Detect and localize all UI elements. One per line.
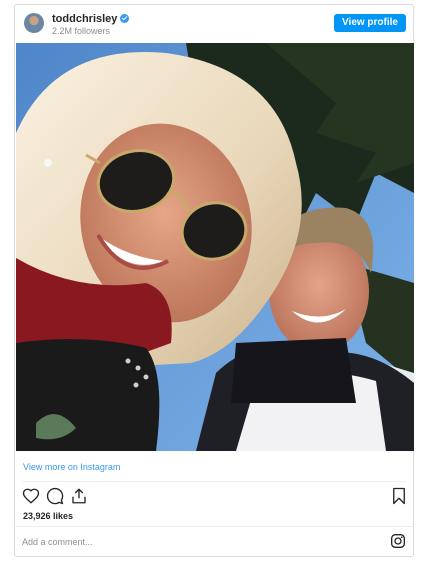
divider [22, 481, 406, 482]
action-bar [15, 487, 413, 507]
view-more-link[interactable]: View more on Instagram [23, 462, 120, 473]
comment-icon[interactable] [46, 487, 64, 505]
view-profile-button[interactable]: View profile [334, 14, 406, 32]
username[interactable]: toddchrisley [52, 13, 117, 25]
divider [15, 526, 413, 527]
post-image [16, 43, 414, 451]
comment-input[interactable] [22, 533, 362, 551]
likes-count[interactable]: 23,926 likes [23, 511, 73, 522]
followers-count: 2.2M followers [52, 26, 111, 36]
post-header: toddchrisley 2.2M followers View profile [15, 5, 413, 42]
instagram-embed: toddchrisley 2.2M followers View profile [14, 4, 414, 557]
instagram-logo-icon[interactable] [390, 533, 406, 549]
heart-icon[interactable] [22, 487, 40, 505]
post-photo[interactable] [16, 43, 414, 451]
share-icon[interactable] [70, 487, 88, 505]
bookmark-icon[interactable] [390, 487, 408, 505]
avatar[interactable] [24, 13, 44, 33]
username-row[interactable]: toddchrisley [52, 13, 130, 25]
verified-badge-icon [120, 14, 130, 23]
